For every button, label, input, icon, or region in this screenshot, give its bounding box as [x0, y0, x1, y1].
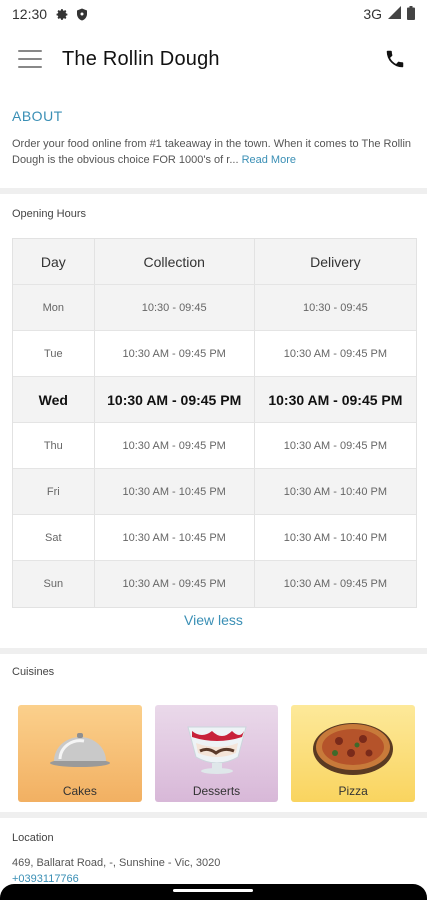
navigation-bar [0, 884, 427, 900]
delivery-cell: 10:30 AM - 10:40 PM [283, 485, 388, 498]
table-row: Fri 10:30 AM - 10:45 PM 10:30 AM - 10:40… [13, 469, 416, 515]
collection-cell: 10:30 AM - 09:45 PM [95, 423, 255, 468]
read-more-link[interactable]: Read More [242, 154, 296, 166]
about-title: ABOUT [12, 108, 63, 124]
collection-cell: 10:30 AM - 10:45 PM [95, 515, 255, 560]
header-collection: Collection [95, 239, 255, 284]
day-cell: Mon [13, 285, 95, 330]
opening-hours-table: Day Collection Delivery Mon 10:30 - 09:4… [12, 238, 417, 608]
table-row: Sun 10:30 AM - 09:45 PM 10:30 AM - 09:45… [13, 561, 416, 607]
dessert-bowl-icon [155, 713, 279, 781]
section-divider [0, 812, 427, 818]
pizza-icon [291, 713, 415, 781]
day-cell: Sun [13, 561, 95, 607]
table-row: Thu 10:30 AM - 09:45 PM 10:30 AM - 09:45… [13, 423, 416, 469]
delivery-cell: 10:30 AM - 10:40 PM [283, 531, 388, 544]
table-header-row: Day Collection Delivery [13, 239, 416, 285]
table-row: Tue 10:30 AM - 09:45 PM 10:30 AM - 09:45… [13, 331, 416, 377]
cuisines-title: Cuisines [12, 666, 55, 678]
location-title: Location [12, 832, 54, 844]
cloche-icon [18, 713, 142, 781]
view-less-link[interactable]: View less [0, 612, 427, 628]
page-title: The Rollin Dough [62, 47, 220, 70]
location-address: 469, Ballarat Road, -, Sunshine - Vic, 3… [12, 857, 221, 869]
delivery-cell: 10:30 AM - 09:45 PM [283, 439, 388, 452]
collection-cell: 10:30 - 09:45 [95, 285, 255, 330]
cuisine-card-cakes[interactable]: Cakes [18, 705, 142, 802]
about-description: Order your food online from #1 takeaway … [12, 138, 412, 166]
network-type: 3G [363, 6, 382, 22]
table-row-today: Wed 10:30 AM - 09:45 PM 10:30 AM - 09:45… [13, 377, 416, 423]
battery-icon [407, 5, 415, 23]
day-cell: Wed [13, 377, 95, 422]
table-row: Mon 10:30 - 09:45 10:30 - 09:45 [13, 285, 416, 331]
delivery-cell: 10:30 AM - 09:45 PM [283, 578, 388, 590]
section-divider [0, 188, 427, 194]
day-cell: Tue [13, 331, 95, 376]
about-text: Order your food online from #1 takeaway … [12, 136, 417, 168]
settings-icon [55, 7, 69, 21]
collection-cell: 10:30 AM - 10:45 PM [95, 469, 255, 514]
cuisine-label: Pizza [338, 784, 368, 798]
collection-cell: 10:30 AM - 09:45 PM [95, 331, 255, 376]
shield-icon [75, 7, 89, 21]
delivery-cell: 10:30 AM - 09:45 PM [268, 391, 403, 408]
day-cell: Thu [13, 423, 95, 468]
day-cell: Fri [13, 469, 95, 514]
menu-icon[interactable] [18, 50, 42, 68]
delivery-cell: 10:30 AM - 09:45 PM [283, 347, 388, 360]
cuisine-label: Cakes [62, 784, 97, 798]
cuisine-card-pizza[interactable]: Pizza [291, 705, 416, 802]
collection-cell: 10:30 AM - 09:45 PM [95, 377, 255, 422]
table-row: Sat 10:30 AM - 10:45 PM 10:30 AM - 10:40… [13, 515, 416, 561]
header-delivery: Delivery [310, 253, 361, 270]
status-time: 12:30 [12, 6, 48, 22]
status-bar: 12:30 3G [0, 0, 427, 28]
section-divider [0, 648, 427, 654]
app-bar: The Rollin Dough [0, 28, 427, 90]
day-cell: Sat [13, 515, 95, 560]
collection-cell: 10:30 AM - 09:45 PM [95, 561, 255, 607]
phone-icon[interactable] [381, 45, 409, 73]
opening-hours-title: Opening Hours [12, 208, 86, 220]
header-day: Day [13, 239, 95, 284]
about-section: ABOUT Order your food online from #1 tak… [12, 108, 417, 168]
delivery-cell: 10:30 - 09:45 [302, 301, 368, 314]
home-gesture-handle[interactable] [173, 889, 253, 892]
cuisines-list: Cakes Desserts Pizza [18, 705, 416, 802]
cuisine-card-desserts[interactable]: Desserts [154, 705, 279, 802]
cuisine-label: Desserts [192, 784, 241, 798]
signal-icon [388, 6, 401, 22]
